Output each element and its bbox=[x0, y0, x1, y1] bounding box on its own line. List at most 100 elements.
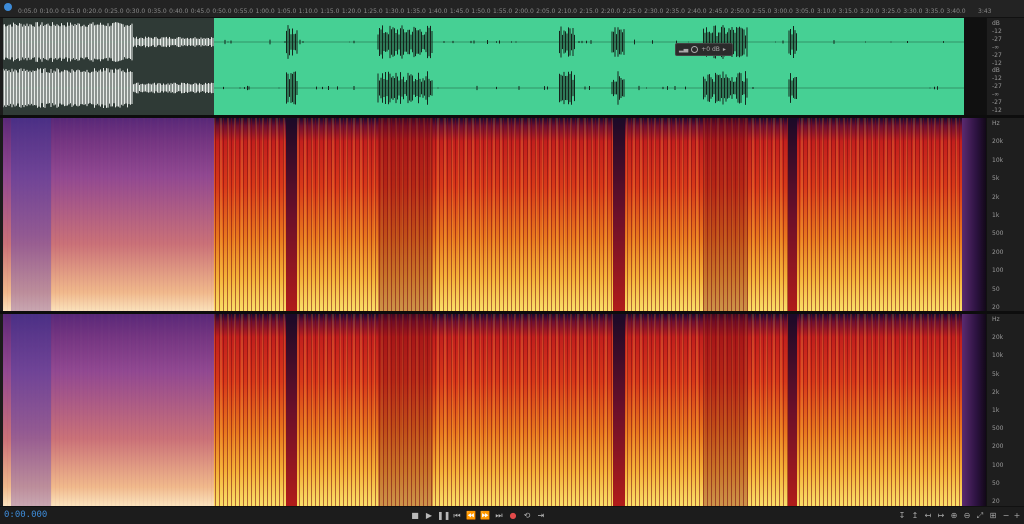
ruler-tick-label: 3:00.0 bbox=[773, 8, 793, 15]
scale-label: -∞ bbox=[992, 91, 1000, 99]
scale-label: dB bbox=[992, 20, 1000, 27]
go-to-end-button[interactable]: ⏭ bbox=[493, 510, 505, 522]
pause-button[interactable]: ❚❚ bbox=[437, 510, 450, 522]
ruler-tick-label: 1:20.0 bbox=[341, 8, 362, 15]
zoom-out-full-icon[interactable]: ⤢ bbox=[974, 510, 986, 522]
playhead-marker[interactable] bbox=[4, 3, 12, 11]
ruler-tick-label: 2:30.0 bbox=[644, 8, 664, 15]
scale-label: 2k bbox=[992, 388, 1000, 396]
ruler-tick-label: 3:10.0 bbox=[816, 8, 837, 15]
scale-label: 1k bbox=[992, 407, 1000, 414]
ruler-tick-label: 3:30.0 bbox=[903, 8, 923, 15]
scale-label: 10k bbox=[992, 156, 1004, 164]
zoom-out-amplitude-icon[interactable]: ↥ bbox=[909, 510, 921, 522]
ruler-tick-label: 2:05.0 bbox=[536, 8, 556, 15]
scale-label: -12 bbox=[992, 27, 1002, 35]
gain-hud[interactable]: ▂▄ +0 dB ▸ bbox=[675, 43, 733, 56]
waveform-end bbox=[964, 18, 986, 115]
timecode-display[interactable]: 0:00.000 bbox=[4, 510, 47, 520]
ruler-tick-label: 3:15.0 bbox=[838, 8, 858, 15]
ruler-tick-label: 3:20.0 bbox=[860, 8, 880, 15]
waveform-graph bbox=[3, 22, 965, 108]
ruler-tick-label: 3:05.0 bbox=[795, 8, 815, 15]
ruler-tick-label: 1:35.0 bbox=[406, 8, 426, 15]
zoom-plus-icon[interactable]: + bbox=[1011, 510, 1023, 522]
ruler-tick-label: 1:25.0 bbox=[363, 8, 383, 15]
scale-label: 5k bbox=[992, 175, 1000, 183]
scale-label: -27 bbox=[992, 99, 1002, 107]
scale-label: 50 bbox=[992, 479, 1000, 487]
rewind-button[interactable]: ⏪ bbox=[465, 510, 477, 522]
zoom-in-amplitude-icon[interactable]: ↧ bbox=[896, 510, 908, 522]
skip-button[interactable]: ⇥ bbox=[535, 510, 547, 522]
ruler-tick-label: 1:55.0 bbox=[493, 8, 513, 15]
ruler-tick-label: 1:00.0 bbox=[255, 8, 275, 15]
ruler-tick-label: 0:05.0 bbox=[18, 8, 38, 15]
scale-label: 500 bbox=[992, 425, 1004, 433]
ruler-tick-label: 3:40.0 bbox=[946, 8, 966, 15]
scale-label: 5k bbox=[992, 370, 1000, 378]
zoom-in-time-icon[interactable]: ↤ bbox=[922, 510, 934, 522]
scale-label: 500 bbox=[992, 230, 1004, 238]
ruler-tick-label: 2:55.0 bbox=[752, 8, 772, 15]
gain-meter-icon: ▂▄ bbox=[679, 46, 689, 53]
ruler-tick-label: 1:15.0 bbox=[320, 8, 340, 15]
spectrogram-right-channel[interactable] bbox=[3, 314, 986, 506]
ruler-tick-label: 0:50.0 bbox=[212, 8, 232, 15]
ruler-end-label: 3:43 bbox=[978, 8, 992, 15]
record-button[interactable]: ● bbox=[507, 510, 519, 522]
scale-label: 20 bbox=[992, 498, 1000, 505]
waveform-panel[interactable]: ▂▄ +0 dB ▸ bbox=[3, 18, 986, 115]
loop-button[interactable]: ⟲ bbox=[521, 510, 533, 522]
scale-label: 200 bbox=[992, 248, 1004, 256]
ruler-tick-label: 2:10.0 bbox=[557, 8, 577, 15]
gain-value: +0 dB bbox=[701, 46, 720, 53]
scale-label: 100 bbox=[992, 267, 1004, 275]
scale-label: 200 bbox=[992, 443, 1004, 451]
ruler-tick-label: 2:00.0 bbox=[514, 8, 534, 15]
zoom-out-time-icon[interactable]: ↦ bbox=[935, 510, 947, 522]
scale-label: 20k bbox=[992, 334, 1004, 342]
zoom-selection-icon[interactable]: ⊞ bbox=[987, 510, 999, 522]
scale-label: 20k bbox=[992, 138, 1004, 146]
gain-knob[interactable] bbox=[691, 46, 699, 53]
scale-label: -12 bbox=[992, 59, 1002, 67]
ruler-tick-label: 3:25.0 bbox=[881, 8, 901, 15]
scale-label: 100 bbox=[992, 461, 1004, 469]
zoom-out-icon[interactable]: ⊖ bbox=[961, 510, 973, 522]
zoom-in-icon[interactable]: ⊕ bbox=[948, 510, 960, 522]
ruler-tick-label: 1:05.0 bbox=[277, 8, 297, 15]
scale-label: -12 bbox=[992, 75, 1002, 83]
ruler-tick-label: 2:45.0 bbox=[708, 8, 729, 15]
ruler-tick-label: 0:15.0 bbox=[61, 8, 81, 15]
scale-label: 10k bbox=[992, 352, 1004, 360]
ruler-tick-label: 2:20.0 bbox=[600, 8, 621, 15]
timeline-ruler[interactable]: 0:05.0 0:10.0 0:15.0 0:20.0 0:25.0 0:30.0 0:35… bbox=[0, 0, 1024, 18]
go-to-start-button[interactable]: ⏮ bbox=[451, 510, 463, 522]
play-button[interactable]: ▶ bbox=[423, 510, 435, 522]
ruler-tick-label: 2:15.0 bbox=[579, 8, 599, 15]
ruler-tick-label: 0:45.0 bbox=[190, 8, 210, 15]
frequency-scale-bottom: Hz 20k 10k 5k 2k 1k 500 200 100 50 20 bbox=[986, 314, 1024, 506]
ruler-tick-label: 0:35.0 bbox=[147, 8, 167, 15]
fast-forward-button[interactable]: ⏩ bbox=[479, 510, 491, 522]
frequency-scale-top: Hz 20k 10k 5k 2k 1k 500 200 100 50 20 bbox=[986, 118, 1024, 312]
scale-label: 1k bbox=[992, 212, 1000, 219]
scale-label: -12 bbox=[992, 107, 1002, 114]
ruler-tick-label: 1:40.0 bbox=[428, 8, 448, 15]
ruler-tick-label: 0:20.0 bbox=[82, 8, 102, 15]
amplitude-scale: dB -12 -27 -∞ -27 -12 dB -12 -27 -∞ -27 -12 bbox=[986, 18, 1024, 115]
audio-editor: 0:05.0 0:10.0 0:15.0 0:20.0 0:25.0 0:30.0 0:35… bbox=[0, 0, 1024, 524]
hud-close-icon[interactable]: ▸ bbox=[723, 46, 726, 53]
ruler-tick-label: 2:35.0 bbox=[665, 8, 685, 15]
ruler-tick-label: 1:10.0 bbox=[298, 8, 318, 15]
scale-label: -27 bbox=[992, 35, 1002, 43]
stop-button[interactable]: ■ bbox=[409, 510, 421, 522]
ruler-tick-label: 0:25.0 bbox=[104, 8, 124, 15]
scale-label: -27 bbox=[992, 83, 1002, 91]
ruler-tick-label: 3:35.0 bbox=[924, 8, 945, 15]
scale-label: 2k bbox=[992, 193, 1000, 201]
scale-label: 50 bbox=[992, 285, 1000, 293]
spectrogram-left-channel[interactable] bbox=[3, 118, 986, 312]
ruler-tick-label: 2:50.0 bbox=[730, 8, 750, 15]
